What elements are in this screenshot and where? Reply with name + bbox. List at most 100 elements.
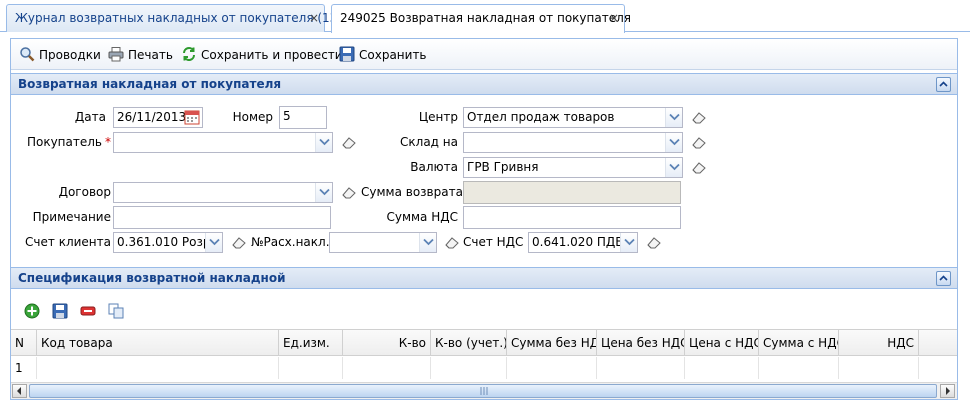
- document-panel: Проводки Печать Сохранить и провести Сох…: [10, 38, 958, 400]
- center-value: Отдел продаж товаров: [467, 110, 615, 124]
- client-account-clear-eraser-icon[interactable]: [231, 235, 247, 249]
- vat-sum-label: Сумма НДС: [386, 210, 458, 224]
- col-header-sum-with-vat[interactable]: Сумма с НДС: [759, 330, 839, 356]
- save-button[interactable]: Сохранить: [339, 46, 427, 64]
- center-clear-eraser-icon[interactable]: [691, 110, 707, 124]
- number-value: 5: [283, 109, 291, 123]
- floppy-disk-icon: [339, 46, 355, 62]
- save-and-post-label: Сохранить и провести: [201, 48, 343, 62]
- chevron-down-icon: [669, 138, 680, 146]
- grid-horizontal-scrollbar[interactable]: [11, 382, 957, 399]
- return-sum-field: [463, 181, 681, 204]
- spec-section-collapse-button[interactable]: [936, 271, 951, 286]
- add-row-plus-icon[interactable]: [24, 303, 40, 319]
- spec-grid-header: N Код товара Ед.изм. К-во К-во (учет.) С…: [11, 330, 957, 356]
- col-header-price-without-vat[interactable]: Цена без НДС: [597, 330, 685, 356]
- refresh-arrows-icon: [183, 47, 195, 61]
- tab-return-invoice-close-icon[interactable]: ×: [609, 5, 619, 31]
- return-sum-label: Сумма возврата: [361, 185, 463, 199]
- delete-row-minus-icon[interactable]: [80, 303, 96, 319]
- col-header-price-with-vat[interactable]: Цена с НДС: [685, 330, 759, 356]
- postings-label: Проводки: [39, 48, 101, 62]
- number-field[interactable]: 5: [279, 106, 327, 129]
- currency-label: Валюта: [410, 160, 458, 174]
- contract-select[interactable]: [113, 182, 333, 203]
- contract-clear-eraser-icon[interactable]: [341, 185, 357, 199]
- calendar-icon[interactable]: [184, 109, 200, 125]
- vat-account-clear-eraser-icon[interactable]: [646, 235, 662, 249]
- col-header-n[interactable]: N: [11, 330, 37, 356]
- currency-select[interactable]: ГРВ Гривня: [463, 157, 683, 178]
- number-label: Номер: [232, 110, 273, 124]
- currency-dropdown-trigger[interactable]: [665, 158, 682, 177]
- cell-sum-with-vat[interactable]: [759, 357, 839, 379]
- expense-invoice-clear-eraser-icon[interactable]: [444, 235, 460, 249]
- tab-strip: Журнал возвратных накладных от покупател…: [0, 0, 970, 33]
- tab-return-invoice-label: 249025 Возвратная накладная от покупател…: [340, 11, 631, 25]
- tab-journal-label: Журнал возвратных накладных от покупател…: [15, 11, 350, 25]
- cell-qty[interactable]: [343, 357, 431, 379]
- cell-sum-without-vat[interactable]: [507, 357, 597, 379]
- note-label: Примечание: [32, 210, 111, 224]
- magnifier-icon: [20, 47, 35, 62]
- warehouse-select[interactable]: [463, 132, 683, 153]
- client-account-label: Счет клиента: [25, 235, 111, 249]
- cell-price-with-vat[interactable]: [685, 357, 759, 379]
- arrow-left-icon: [17, 387, 21, 395]
- cell-unit[interactable]: [279, 357, 343, 379]
- document-toolbar: Проводки Печать Сохранить и провести Сох…: [11, 39, 957, 70]
- col-header-qty[interactable]: К-во: [343, 330, 431, 356]
- expense-invoice-select[interactable]: [329, 232, 437, 253]
- arrow-right-icon: [946, 387, 950, 395]
- col-header-unit[interactable]: Ед.изм.: [279, 330, 343, 356]
- client-account-select[interactable]: 0.361.010 Розр: [113, 232, 223, 253]
- chevron-down-icon: [669, 163, 680, 171]
- tab-journal[interactable]: Журнал возвратных накладных от покупател…: [6, 4, 350, 32]
- client-account-dropdown-trigger[interactable]: [205, 233, 222, 252]
- currency-clear-eraser-icon[interactable]: [691, 160, 707, 174]
- expense-invoice-dropdown-trigger[interactable]: [419, 233, 436, 252]
- cell-vat[interactable]: [839, 357, 919, 379]
- vat-account-dropdown-trigger[interactable]: [620, 233, 637, 252]
- cell-price-without-vat[interactable]: [597, 357, 685, 379]
- date-field[interactable]: 26/11/2013: [113, 107, 203, 128]
- warehouse-clear-eraser-icon[interactable]: [691, 135, 707, 149]
- printer-icon: [108, 47, 124, 62]
- save-label: Сохранить: [359, 48, 427, 62]
- vat-account-select[interactable]: 0.641.020 ПДВ: [528, 232, 638, 253]
- spec-section-title: Спецификация возвратной накладной: [18, 271, 286, 285]
- cell-item-code[interactable]: [37, 357, 279, 379]
- center-dropdown-trigger[interactable]: [665, 108, 682, 127]
- scroll-right-button[interactable]: [940, 384, 955, 398]
- vat-sum-input[interactable]: [463, 206, 681, 229]
- col-header-qty-accounting[interactable]: К-во (учет.): [431, 330, 507, 356]
- cell-qty-accounting[interactable]: [431, 357, 507, 379]
- date-label: Дата: [74, 110, 106, 124]
- table-row[interactable]: 1: [11, 357, 957, 379]
- currency-value: ГРВ Гривня: [467, 160, 539, 174]
- save-rows-floppy-icon[interactable]: [52, 303, 68, 319]
- print-button[interactable]: Печать: [108, 46, 173, 64]
- tab-return-invoice[interactable]: 249025 Возвратная накладная от покупател…: [331, 4, 631, 33]
- save-and-post-button[interactable]: Сохранить и провести: [181, 46, 343, 64]
- tab-journal-close-icon[interactable]: ×: [309, 5, 319, 31]
- postings-button[interactable]: Проводки: [19, 46, 101, 64]
- form-section-collapse-button[interactable]: [936, 77, 951, 92]
- col-header-sum-without-vat[interactable]: Сумма без НДС: [507, 330, 597, 356]
- note-input[interactable]: [113, 206, 331, 229]
- buyer-clear-eraser-icon[interactable]: [341, 135, 357, 149]
- cell-n: 1: [11, 357, 37, 379]
- warehouse-label: Склад на: [400, 135, 458, 149]
- col-header-vat[interactable]: НДС: [839, 330, 919, 356]
- copy-row-icon[interactable]: [108, 303, 124, 319]
- form-section-header: Возвратная накладная от покупателя: [11, 73, 957, 95]
- center-select[interactable]: Отдел продаж товаров: [463, 107, 683, 128]
- scroll-thumb[interactable]: [29, 384, 937, 398]
- buyer-dropdown-trigger[interactable]: [315, 133, 332, 152]
- warehouse-dropdown-trigger[interactable]: [665, 133, 682, 152]
- chevron-down-icon: [319, 188, 330, 196]
- scroll-left-button[interactable]: [12, 384, 27, 398]
- contract-dropdown-trigger[interactable]: [315, 183, 332, 202]
- buyer-select[interactable]: [113, 132, 333, 153]
- col-header-item-code[interactable]: Код товара: [37, 330, 279, 356]
